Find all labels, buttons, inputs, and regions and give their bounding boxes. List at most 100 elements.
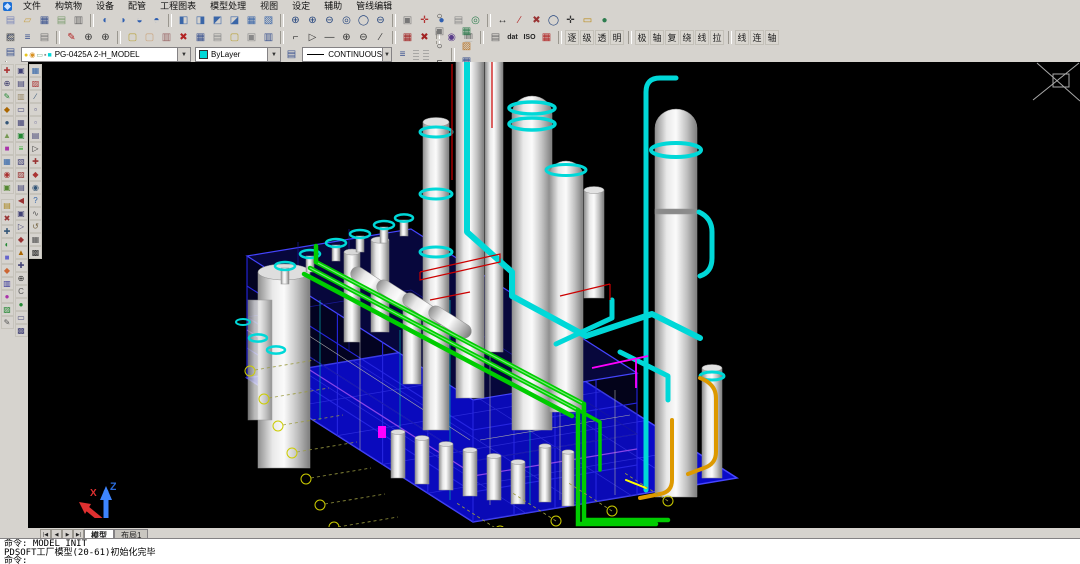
render-icon[interactable]: ▣ (399, 13, 416, 28)
plot-preview-icon[interactable]: ▤ (53, 13, 70, 28)
menu-1[interactable]: 文件 (16, 0, 48, 12)
erase-icon[interactable]: ✖ (528, 13, 545, 28)
toolbar-handle[interactable] (413, 48, 419, 61)
zoom-in-icon[interactable]: ⊕ (304, 13, 321, 28)
pipe-c-icon[interactable]: ∕ (29, 90, 42, 103)
cmd-char-button-char-group-3-3[interactable]: 轴 (765, 30, 779, 45)
spec-book-icon[interactable]: ▦ (399, 30, 416, 45)
equip-n-icon[interactable]: ◆ (15, 233, 28, 246)
pipe-a-icon[interactable]: ▦ (29, 64, 42, 77)
ball-icon[interactable]: ● (1, 116, 14, 129)
linetype-combo-arrow[interactable]: ▼ (382, 48, 391, 61)
cmd-char-button-char-group-2-5[interactable]: 线 (695, 30, 709, 45)
delete-icon[interactable]: ✖ (175, 30, 192, 45)
pipe-j-icon[interactable]: ◉ (29, 181, 42, 194)
redraw-icon[interactable]: ✎ (63, 30, 80, 45)
attach-icon[interactable]: ≡ (19, 30, 36, 45)
cube2-icon[interactable]: ■ (1, 251, 14, 264)
color-combo[interactable]: ByLayer ▼ (195, 47, 281, 62)
pipe-m-icon[interactable]: ↺ (29, 220, 42, 233)
print-drawing-icon[interactable]: ▤ (487, 30, 504, 45)
cmd-char-button-char-group-3-1[interactable]: 线 (735, 30, 749, 45)
menu-10[interactable]: 管线编辑 (349, 0, 399, 12)
equip-c-icon[interactable]: ▥ (15, 90, 28, 103)
box-b-icon[interactable]: ▢ (141, 30, 158, 45)
plot-icon[interactable]: ▥ (70, 13, 87, 28)
point-a-icon[interactable]: ⊕ (80, 30, 97, 45)
equip-a-icon[interactable]: ▣ (15, 64, 28, 77)
linetype-manager-icon[interactable]: ≡ (394, 47, 411, 62)
layer-combo[interactable]: ●◉▭▪■ PG-0425A 2-H_MODEL ▼ (21, 47, 191, 62)
sheet2-icon[interactable]: ▤ (1, 199, 14, 212)
target-b-icon[interactable]: ⊖ (355, 30, 372, 45)
layer-combo-arrow[interactable]: ▼ (177, 48, 190, 61)
pan-icon[interactable]: ✛ (562, 13, 579, 28)
ruler-icon[interactable]: ▭ (579, 13, 596, 28)
menu-5[interactable]: 工程图表 (153, 0, 203, 12)
equip-l-icon[interactable]: ▣ (15, 207, 28, 220)
cut-icon[interactable]: ▥ (158, 30, 175, 45)
gem2-icon[interactable]: ◆ (1, 264, 14, 277)
view-se-iso-icon[interactable]: ◨ (192, 13, 209, 28)
equip-q-icon[interactable]: ⊕ (15, 272, 28, 285)
panel-icon[interactable]: ▣ (1, 181, 14, 194)
pen2-icon[interactable]: ✎ (1, 316, 14, 329)
toolbar-handle[interactable] (423, 48, 429, 61)
osnap-box-icon[interactable]: ▣ (431, 25, 448, 40)
gem-icon[interactable]: ◆ (1, 103, 14, 116)
equip-b-icon[interactable]: ▤ (15, 77, 28, 90)
equip-k-icon[interactable]: ◀ (15, 194, 28, 207)
pipe-g-icon[interactable]: ▷ (29, 142, 42, 155)
select-arrow-icon[interactable]: ▷ (304, 30, 321, 45)
pipe-o-icon[interactable]: ▩ (29, 246, 42, 259)
module-b-icon[interactable]: ▨ (458, 40, 475, 55)
zoom-prev-icon[interactable]: ◯ (545, 13, 562, 28)
zoom-extents-icon[interactable]: ◯ (355, 13, 372, 28)
view-nw-iso-icon[interactable]: ◪ (226, 13, 243, 28)
menu-2[interactable]: 构筑物 (48, 0, 89, 12)
orbit-free-icon[interactable]: ◐ (97, 13, 114, 28)
cmd-char-button-char-group-2-3[interactable]: 复 (665, 30, 679, 45)
pipe-f-icon[interactable]: ▤ (29, 129, 42, 142)
menu-9[interactable]: 辅助 (317, 0, 349, 12)
fence-icon[interactable]: ⌐ (287, 30, 304, 45)
pipe-h-icon[interactable]: ✚ (29, 155, 42, 168)
grid-icon[interactable]: ▦ (1, 155, 14, 168)
menu-7[interactable]: 视图 (253, 0, 285, 12)
box-a-icon[interactable]: ▢ (124, 30, 141, 45)
tool-icon[interactable]: ▥ (1, 277, 14, 290)
zoom-window-icon[interactable]: ⊕ (287, 13, 304, 28)
cmd-char-button-char-group-1-3[interactable]: 透 (595, 30, 609, 45)
globe-icon[interactable]: ● (596, 13, 613, 28)
copy-icon[interactable]: ▤ (209, 30, 226, 45)
orbit-continuous-icon[interactable]: ◑ (114, 13, 131, 28)
pipe-l-icon[interactable]: ∿ (29, 207, 42, 220)
pipe-b-icon[interactable]: ▨ (29, 77, 42, 90)
color-combo-arrow[interactable]: ▼ (267, 48, 280, 61)
match-props-icon[interactable]: ▨ (2, 31, 19, 46)
bulb-icon[interactable]: ● (24, 52, 28, 59)
cmd-char-button-char-group-2-6[interactable]: 拉 (710, 30, 724, 45)
cmd-char-button-char-group-2-2[interactable]: 轴 (650, 30, 664, 45)
layer-manager-icon[interactable]: ▤ (283, 47, 300, 62)
save-file-icon[interactable]: ▦ (36, 13, 53, 28)
menu-6[interactable]: 模型处理 (203, 0, 253, 12)
disc-icon[interactable]: ◉ (1, 168, 14, 181)
osnap-b-icon[interactable]: ○ (431, 40, 448, 55)
pipe-k-icon[interactable]: ? (29, 194, 42, 207)
cmd-char-button-char-group-1-2[interactable]: 级 (580, 30, 594, 45)
close-box-icon[interactable]: ▣ (243, 30, 260, 45)
plus2-icon[interactable]: ✚ (1, 225, 14, 238)
menu-3[interactable]: 设备 (89, 0, 121, 12)
book-icon[interactable]: ▦ (192, 30, 209, 45)
view-sw-iso-icon[interactable]: ◧ (175, 13, 192, 28)
cmd-char-button-char-group-3-2[interactable]: 连 (750, 30, 764, 45)
equip-d-icon[interactable]: ▭ (15, 103, 28, 116)
module-a-icon[interactable]: ▦ (458, 25, 475, 40)
equip-e-icon[interactable]: ▦ (15, 116, 28, 129)
point-b-icon[interactable]: ⊕ (97, 30, 114, 45)
cmd-char-button-char-group-2-4[interactable]: 绕 (680, 30, 694, 45)
redline-icon[interactable]: ∕ (511, 13, 528, 28)
layer-swatch-icon[interactable]: ■ (47, 52, 51, 59)
open-box-icon[interactable]: ▢ (226, 30, 243, 45)
